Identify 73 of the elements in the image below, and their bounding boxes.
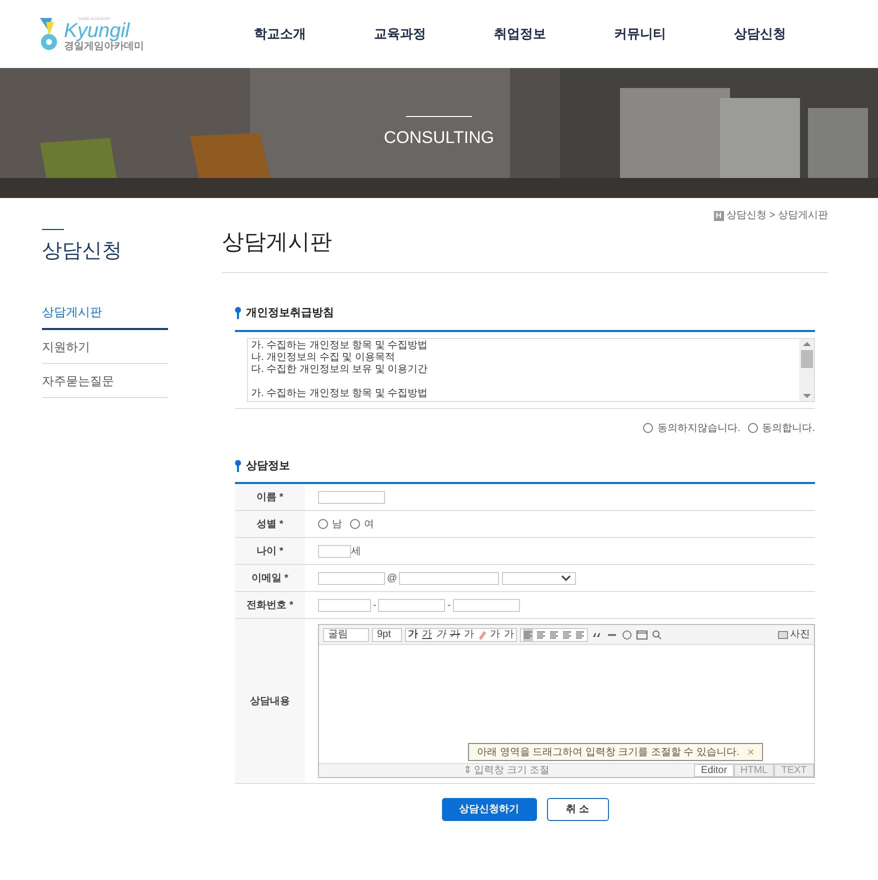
format-button[interactable]: 가 xyxy=(448,628,462,640)
format-button[interactable]: 가 xyxy=(462,628,476,640)
hint-text: 아래 영역을 드래그하여 입력창 크기를 조절할 수 있습니다. xyxy=(477,746,740,760)
font-select[interactable]: 굴림 xyxy=(323,628,369,642)
sidebar-item[interactable]: 자주묻는질문 xyxy=(42,364,168,398)
breadcrumb: 상담신청 > 상담게시판 xyxy=(726,209,828,223)
banner-title: CONSULTING xyxy=(384,126,494,149)
gender-radio[interactable]: 남 xyxy=(318,516,342,532)
at-sign: @ xyxy=(387,572,398,586)
dash: - xyxy=(447,598,451,612)
field-label: 전화번호 * xyxy=(235,592,305,618)
phone-field[interactable] xyxy=(318,598,371,612)
logo-name: 경일게임아카데미 xyxy=(64,40,144,52)
script-button[interactable]: 가 xyxy=(488,628,502,640)
age-field[interactable] xyxy=(318,544,351,558)
format-button[interactable]: 가 xyxy=(420,628,434,640)
sidebar-item[interactable]: 상담게시판 xyxy=(42,296,168,330)
field-label: 성별 * xyxy=(235,511,305,537)
section-heading: 개인정보취급방침 xyxy=(246,306,334,321)
age-unit: 세 xyxy=(351,544,361,558)
dash: - xyxy=(373,598,376,612)
logo-wordmark: Kyungil xyxy=(64,20,130,40)
cancel-button[interactable]: 취 소 xyxy=(546,798,608,821)
gender-radio[interactable]: 여 xyxy=(350,516,374,532)
policy-line: 다. 수집한 개인정보의 보유 및 이용기간 xyxy=(251,364,429,376)
format-button[interactable]: 가 xyxy=(406,628,420,640)
domain-select[interactable] xyxy=(502,572,576,584)
field-label: 상담내용 xyxy=(235,619,305,783)
align-icon[interactable] xyxy=(523,628,533,640)
logo-mark-icon xyxy=(38,16,60,52)
policy-line: 가. 수집하는 개인정보 항목 및 수집방법 xyxy=(251,340,429,352)
pin-icon xyxy=(235,307,241,320)
align-icon[interactable] xyxy=(575,628,585,640)
align-icon[interactable] xyxy=(536,628,546,640)
phone-field[interactable] xyxy=(378,598,446,612)
nav-link[interactable]: 교육과정 xyxy=(340,24,460,44)
scrollbar[interactable] xyxy=(799,338,814,400)
phone-field[interactable] xyxy=(452,598,520,612)
field-label: 이메일 * xyxy=(235,565,305,591)
table-icon[interactable] xyxy=(636,628,648,640)
page-title: 상담게시판 xyxy=(222,225,828,273)
submit-button[interactable]: 상담신청하기 xyxy=(442,798,536,821)
field-label: 이름 * xyxy=(235,484,305,510)
nav-link[interactable]: 상담신청 xyxy=(700,24,820,44)
sidebar-item[interactable]: 지원하기 xyxy=(42,330,168,364)
consent-radio[interactable]: 동의하지않습니다. xyxy=(643,420,740,436)
highlighter-icon[interactable] xyxy=(476,628,488,640)
email-domain-field[interactable] xyxy=(399,572,500,584)
sidebar-title: 상담신청 xyxy=(42,239,123,264)
align-icon[interactable] xyxy=(562,628,572,640)
size-select[interactable]: 9pt xyxy=(372,628,402,642)
policy-line: 가. 수집하는 개인정보 항목 및 수집방법 xyxy=(251,388,429,400)
nav-link[interactable]: 취업정보 xyxy=(460,24,580,44)
format-button[interactable]: 가 xyxy=(434,628,448,640)
editor-area[interactable]: 아래 영역을 드래그하여 입력창 크기를 조절할 수 있습니다. × xyxy=(319,645,814,763)
image-icon xyxy=(778,630,788,640)
align-icon[interactable] xyxy=(549,628,559,640)
field-label: 나이 * xyxy=(235,538,305,564)
nav-link[interactable]: 커뮤니티 xyxy=(580,24,700,44)
name-field[interactable] xyxy=(318,490,385,504)
home-icon: H xyxy=(714,210,724,220)
policy-line: 나. 개인정보의 수집 및 이용목적 xyxy=(251,352,396,364)
chevron-down-icon xyxy=(561,575,572,581)
section-heading: 상담정보 xyxy=(246,458,290,474)
editor-tab[interactable]: Editor xyxy=(694,764,734,777)
script-button[interactable]: 가 xyxy=(502,628,516,640)
privacy-text-box[interactable]: 가. 수집하는 개인정보 항목 및 수집방법 나. 개인정보의 수집 및 이용목적 다. 수집한 개인정보의 보유 및 이용기간 가. 수집하는 개인정보 항목 및 수집방법 xyxy=(247,338,815,402)
email-id-field[interactable] xyxy=(318,572,385,584)
search-icon[interactable] xyxy=(651,628,663,640)
pin-icon xyxy=(235,460,241,472)
nav-link[interactable]: 학교소개 xyxy=(220,24,340,44)
photo-button[interactable]: 사진 xyxy=(778,628,810,640)
consent-radio[interactable]: 동의합니다. xyxy=(748,420,815,436)
